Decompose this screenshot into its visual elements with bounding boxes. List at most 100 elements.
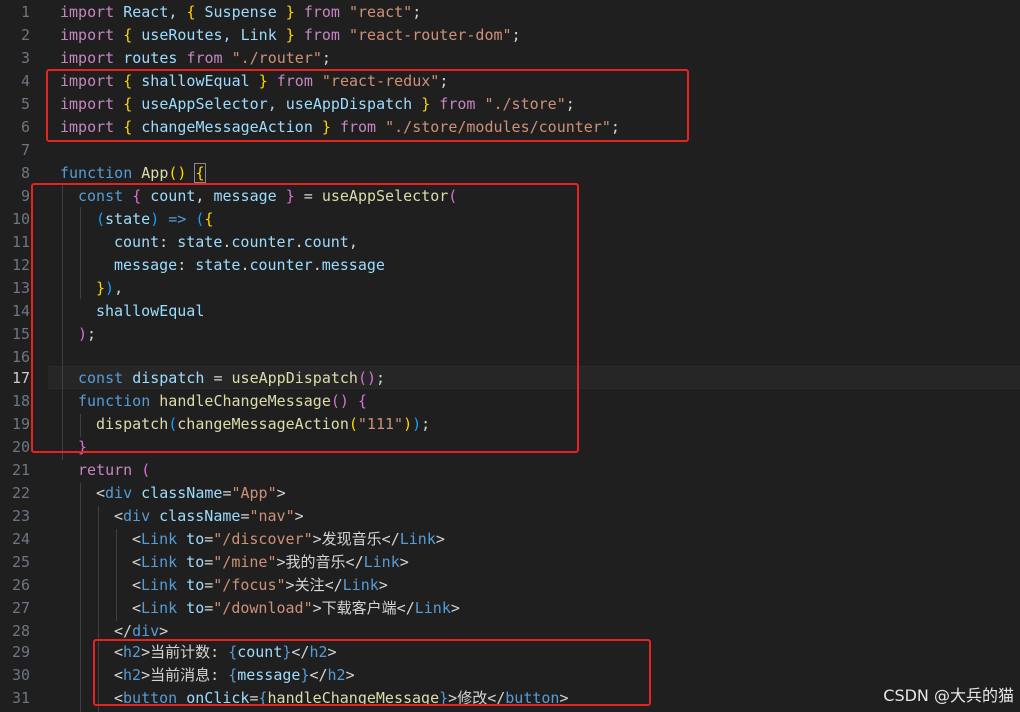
line-number: 19	[11, 415, 30, 433]
code-line[interactable]: <div className="nav">	[114, 505, 304, 528]
indent-guide	[80, 483, 81, 712]
highlight-box-imports	[46, 69, 689, 142]
attribute: to	[177, 576, 205, 594]
tag-bracket: </	[114, 622, 133, 640]
line-number: 11	[11, 233, 30, 251]
keyword: import	[60, 26, 115, 44]
code-line[interactable]: <Link to="/download">下载客户端</Link>	[132, 597, 460, 620]
keyword: import	[60, 49, 115, 67]
string: "/download"	[213, 599, 313, 617]
keyword: from	[186, 49, 223, 67]
tag-bracket: >	[276, 553, 286, 571]
string: "nav"	[249, 507, 295, 525]
jsx-text: 关注	[294, 576, 325, 594]
tag-name: Link	[141, 599, 178, 617]
tag-name: Link	[414, 599, 451, 617]
operator: =	[204, 553, 214, 571]
line-number: 16	[11, 348, 30, 366]
keyword: function	[60, 164, 133, 182]
tag-bracket: >	[450, 599, 460, 617]
tag-bracket: <	[114, 507, 124, 525]
attribute: className	[150, 507, 241, 525]
tag-name: Link	[342, 576, 379, 594]
attribute: to	[177, 553, 205, 571]
code-line[interactable]: <div className="App">	[96, 482, 286, 505]
string: "react-router-dom"	[349, 26, 512, 44]
tag-bracket: >	[399, 553, 409, 571]
tag-name: Link	[141, 530, 178, 548]
tag-bracket: <	[132, 530, 142, 548]
line-number: 31	[11, 689, 30, 707]
tag-bracket: <	[132, 576, 142, 594]
line-number: 5	[20, 95, 30, 113]
tag-bracket: >	[285, 576, 295, 594]
line-number: 8	[20, 164, 30, 182]
highlight-box-hooks	[31, 183, 579, 453]
code-line[interactable]: <Link to="/discover">发现音乐</Link>	[132, 528, 445, 551]
tag-bracket: <	[132, 553, 142, 571]
code-line[interactable]: function App() {	[60, 162, 206, 185]
identifier: Suspense	[195, 3, 286, 21]
bracket: {	[194, 163, 206, 183]
line-number: 4	[20, 72, 30, 90]
tag-bracket: </	[345, 553, 364, 571]
string: "/mine"	[213, 553, 277, 571]
line-number: 9	[20, 187, 30, 205]
code-line[interactable]: import routes from "./router";	[60, 47, 331, 70]
string: "react"	[349, 3, 413, 21]
code-line[interactable]: <Link to="/focus">关注</Link>	[132, 574, 388, 597]
line-number: 6	[20, 118, 30, 136]
tag-name: div	[132, 622, 160, 640]
tag-bracket: </	[381, 530, 400, 548]
code-line[interactable]: return (	[78, 459, 150, 482]
bracket: {	[123, 26, 133, 44]
keyword: from	[294, 3, 349, 21]
tag-bracket: >	[435, 530, 445, 548]
line-number: 20	[11, 438, 30, 456]
attribute: to	[177, 599, 205, 617]
keyword: import	[60, 3, 115, 21]
tag-bracket: >	[276, 484, 286, 502]
tag-bracket: <	[96, 484, 106, 502]
tag-bracket: </	[396, 599, 415, 617]
function-name: App	[141, 164, 169, 182]
indent-guide	[116, 529, 117, 621]
line-number: 23	[11, 507, 30, 525]
code-line[interactable]: import React, { Suspense } from "react";	[60, 1, 421, 24]
line-number: 7	[20, 141, 30, 159]
operator: =	[204, 530, 214, 548]
string: "App"	[231, 484, 277, 502]
tag-bracket: >	[312, 599, 322, 617]
tag-bracket: </	[324, 576, 343, 594]
tag-name: div	[105, 484, 133, 502]
line-number: 10	[11, 210, 30, 228]
identifier: useRoutes, Link	[132, 26, 286, 44]
punctuation: ;	[321, 49, 331, 67]
tag-name: Link	[141, 553, 178, 571]
string: "./router"	[231, 49, 322, 67]
code-line[interactable]: import { useRoutes, Link } from "react-r…	[60, 24, 521, 47]
code-editor[interactable]: 1 2 3 4 5 6 7 8 9 10 11 12 13 14 15 16 1…	[0, 0, 1020, 712]
string: "/discover"	[213, 530, 313, 548]
keyword: from	[294, 26, 349, 44]
line-number: 26	[11, 576, 30, 594]
identifier: routes	[114, 49, 187, 67]
tag-name: Link	[399, 530, 436, 548]
code-line[interactable]: <Link to="/mine">我的音乐</Link>	[132, 551, 409, 574]
highlight-box-jsx	[93, 639, 651, 706]
jsx-text: 我的音乐	[285, 553, 346, 571]
tag-name: Link	[363, 553, 400, 571]
attribute: to	[177, 530, 205, 548]
line-number-active: 17	[11, 369, 30, 387]
tag-bracket: >	[294, 507, 304, 525]
line-number: 25	[11, 553, 30, 571]
line-number: 22	[11, 484, 30, 502]
tag-bracket: >	[159, 622, 169, 640]
jsx-text: 发现音乐	[321, 530, 382, 548]
tag-name: div	[123, 507, 151, 525]
operator: =	[204, 576, 214, 594]
